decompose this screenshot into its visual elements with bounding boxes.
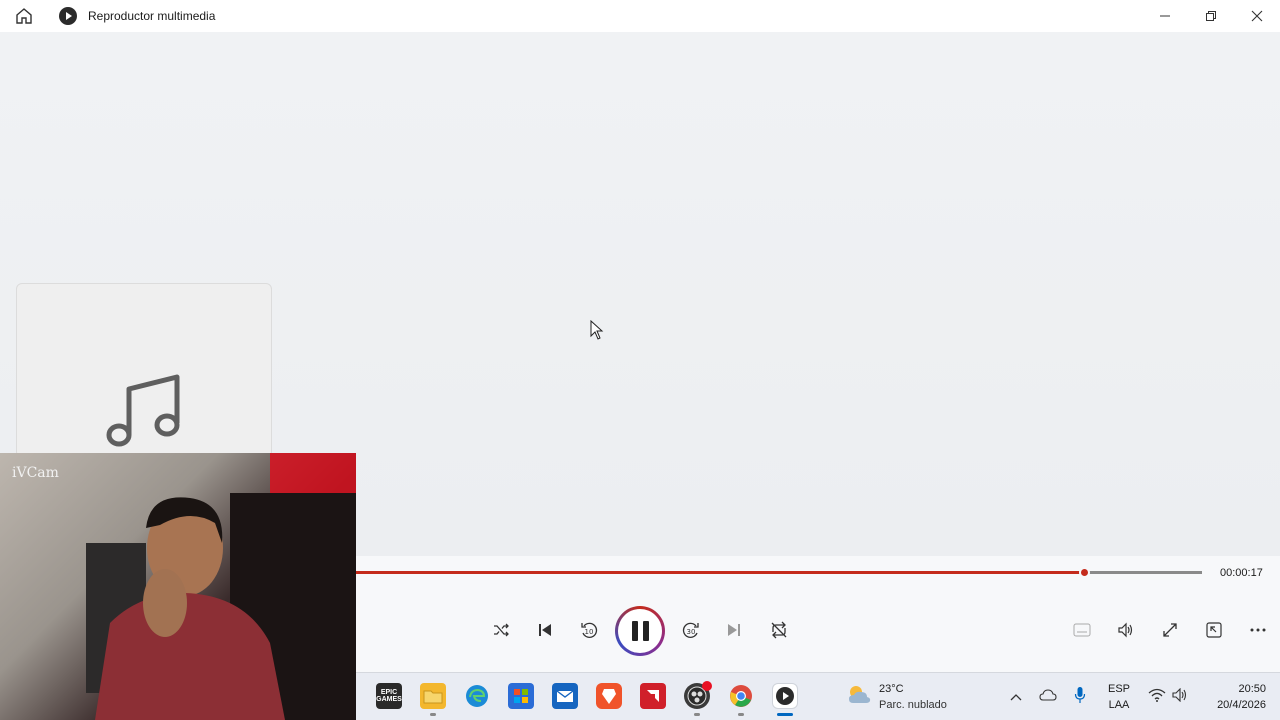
repeat-button[interactable] (763, 614, 795, 646)
restore-button[interactable] (1188, 0, 1234, 32)
taskbar-outlook[interactable] (552, 683, 578, 709)
volume-button[interactable] (1110, 614, 1142, 646)
close-button[interactable] (1234, 0, 1280, 32)
recording-badge (702, 681, 712, 691)
onedrive-button[interactable] (1039, 688, 1057, 706)
more-options-button[interactable] (1242, 614, 1274, 646)
next-icon (728, 624, 740, 636)
more-icon (1250, 628, 1266, 632)
volume-icon (1118, 622, 1133, 638)
pause-button[interactable] (615, 606, 665, 656)
microphone-button[interactable] (1074, 686, 1086, 709)
taskbar-file-explorer[interactable] (420, 683, 446, 709)
seek-thumb[interactable] (1079, 567, 1090, 578)
cloud-icon (1039, 689, 1057, 701)
previous-icon (539, 624, 551, 636)
rewind-10-button[interactable]: 10 (573, 614, 605, 646)
folder-icon (423, 690, 443, 704)
active-indicator (777, 713, 793, 716)
show-hidden-icons-button[interactable] (1009, 689, 1023, 707)
home-icon (16, 8, 32, 24)
previous-button[interactable] (529, 614, 561, 646)
volume-tray-button[interactable] (1172, 687, 1190, 707)
microphone-icon (1074, 687, 1086, 703)
mouse-cursor-icon (590, 319, 604, 345)
captions-icon (1073, 623, 1091, 637)
elapsed-time: 00:00:17 (1220, 567, 1263, 579)
window-title: Reproductor multimedia (88, 9, 216, 23)
fullscreen-button[interactable] (1154, 614, 1186, 646)
weather-temperature: 23°C (879, 683, 904, 695)
taskbar-chrome[interactable] (728, 683, 754, 709)
next-button[interactable] (718, 614, 750, 646)
media-player-icon (776, 687, 794, 705)
minimize-button[interactable] (1142, 0, 1188, 32)
language-code[interactable]: ESP (1104, 683, 1134, 695)
brave-icon (602, 689, 616, 704)
running-indicator (738, 713, 744, 716)
weather-description: Parc. nublado (879, 699, 947, 711)
close-icon (1251, 10, 1263, 22)
captions-button[interactable] (1066, 614, 1098, 646)
outlook-icon (556, 690, 574, 702)
app-logo-icon (59, 7, 77, 25)
partly-cloudy-icon (849, 686, 871, 703)
amd-icon (647, 690, 659, 702)
taskbar-media-player[interactable] (772, 683, 798, 709)
forward-30-button[interactable]: 30 (675, 614, 707, 646)
webcam-video-feed (86, 453, 356, 720)
running-indicator (694, 713, 700, 716)
home-button[interactable] (12, 6, 36, 26)
repeat-icon (771, 621, 787, 639)
webcam-overlay: iVCam (0, 453, 356, 720)
edge-icon (466, 685, 488, 707)
miniplayer-button[interactable] (1198, 614, 1230, 646)
taskbar-store[interactable] (508, 683, 534, 709)
fullscreen-icon (1163, 623, 1177, 637)
taskbar: EPIC GAMES 23°C Parc. nublado ESP LAA 20… (356, 672, 1280, 720)
music-note-icon (106, 374, 180, 447)
running-indicator (430, 713, 436, 716)
rewind-10-icon: 10 (581, 622, 598, 638)
shuffle-icon (494, 623, 509, 637)
store-icon (514, 689, 528, 703)
album-art-card[interactable] (16, 283, 272, 458)
minimize-icon (1160, 15, 1170, 17)
taskbar-edge[interactable] (464, 683, 490, 709)
epic-games-icon: EPIC GAMES (376, 689, 402, 703)
forward-30-icon: 30 (682, 622, 699, 638)
pause-icon (618, 609, 662, 653)
shuffle-button[interactable] (485, 614, 517, 646)
taskbar-amd[interactable] (640, 683, 666, 709)
webcam-label: iVCam (12, 465, 59, 481)
clock-time[interactable]: 20:50 (1200, 683, 1266, 695)
keyboard-layout[interactable]: LAA (1104, 699, 1134, 711)
player-controls-bar: 00:00:17 10 30 (356, 556, 1280, 672)
taskbar-epic-games[interactable]: EPIC GAMES (376, 683, 402, 709)
chevron-up-icon (1010, 694, 1022, 701)
weather-widget[interactable] (846, 683, 872, 710)
title-bar: Reproductor multimedia (0, 0, 1280, 32)
seek-bar[interactable] (356, 567, 1202, 578)
seek-progress (356, 571, 1084, 574)
svg-text:10: 10 (585, 628, 594, 636)
wifi-icon (1148, 688, 1166, 702)
taskbar-brave[interactable] (596, 683, 622, 709)
svg-text:30: 30 (687, 628, 696, 636)
wifi-button[interactable] (1148, 688, 1166, 707)
miniplayer-icon (1206, 622, 1222, 638)
speaker-icon (1172, 687, 1187, 703)
clock-date[interactable]: 20/4/2026 (1200, 699, 1266, 711)
restore-icon (1206, 11, 1216, 21)
chrome-icon (730, 685, 752, 707)
